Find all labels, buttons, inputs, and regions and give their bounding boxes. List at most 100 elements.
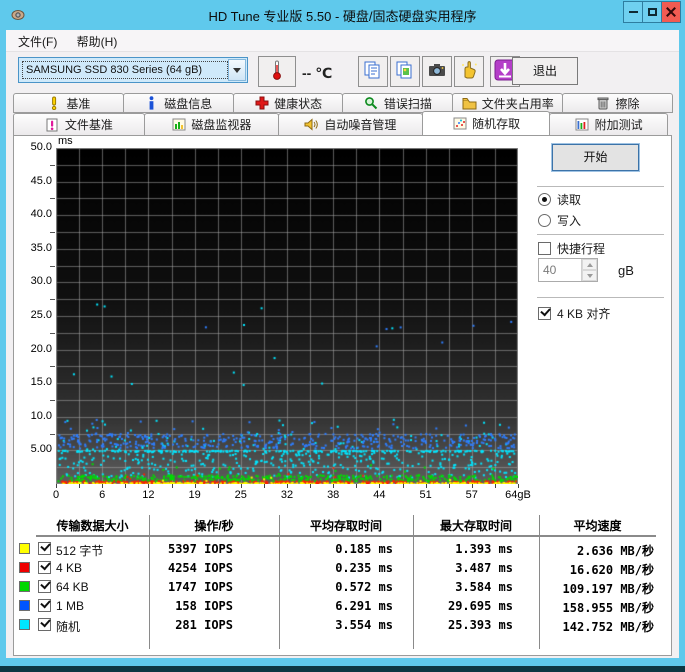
temperature-readout: -- ℃ bbox=[302, 65, 332, 82]
align-4kb-label: 4 KB 对齐 bbox=[557, 305, 610, 322]
series-visible-checkbox[interactable] bbox=[38, 618, 51, 631]
random-access-panel: ms 50.045.040.035.030.025.020.015.010.05… bbox=[13, 135, 672, 656]
max-time-cell: 1.393 ms bbox=[413, 542, 513, 556]
x-tick-mark bbox=[403, 484, 404, 488]
y-tick-label: 25.0 bbox=[14, 309, 52, 321]
tab-磁盘信息[interactable]: 磁盘信息 bbox=[123, 93, 234, 113]
align-4kb-checkbox[interactable] bbox=[538, 307, 551, 320]
x-tick-mark bbox=[472, 484, 473, 488]
tab-自动噪音管理[interactable]: 自动噪音管理 bbox=[278, 113, 423, 135]
exit-button[interactable]: 退出 bbox=[512, 57, 578, 85]
copy-text-button[interactable] bbox=[358, 56, 388, 87]
y-tick-label: 50.0 bbox=[14, 141, 52, 153]
tab-文件基准[interactable]: 文件基准 bbox=[13, 113, 145, 135]
series-visible-checkbox[interactable] bbox=[38, 580, 51, 593]
arrow-up-icon bbox=[587, 263, 593, 267]
window-bottom-edge bbox=[0, 666, 685, 672]
speed-cell: 158.955 MB/秒 bbox=[539, 599, 654, 616]
series-label: 1 MB bbox=[56, 599, 84, 613]
tab-文件夹占用率[interactable]: 文件夹占用率 bbox=[452, 93, 563, 113]
tab-随机存取[interactable]: 随机存取 bbox=[422, 111, 551, 135]
y-tick-minor bbox=[50, 400, 55, 401]
capacity-spinner[interactable] bbox=[538, 258, 598, 282]
y-tick-minor bbox=[50, 333, 55, 334]
maximize-button[interactable] bbox=[642, 1, 662, 23]
table-header-2: 操作/秒 bbox=[149, 517, 279, 534]
toolbar: SAMSUNG SSD 830 Series (64 gB) -- ℃ bbox=[6, 53, 679, 93]
x-tick-label: 38 bbox=[311, 489, 355, 501]
read-radio-label: 读取 bbox=[557, 191, 581, 208]
y-tick-minor bbox=[50, 165, 55, 166]
x-tick-mark bbox=[56, 484, 57, 488]
y-tick-minor bbox=[50, 434, 55, 435]
copy-image-icon bbox=[395, 60, 415, 83]
series-label: 512 字节 bbox=[56, 542, 103, 559]
drive-select-dropdown-button[interactable] bbox=[228, 59, 246, 81]
thermometer-icon bbox=[270, 59, 284, 84]
y-tick-label: 40.0 bbox=[14, 208, 52, 220]
menu-file[interactable]: 文件(F) bbox=[10, 30, 65, 50]
series-color-swatch bbox=[19, 581, 30, 592]
spinner-down-button[interactable] bbox=[582, 270, 597, 281]
read-radio[interactable] bbox=[538, 193, 551, 206]
spinner-up-button[interactable] bbox=[582, 259, 597, 270]
arrow-down-icon bbox=[587, 274, 593, 278]
x-tick-mark bbox=[218, 484, 219, 488]
table-header-4: 最大存取时间 bbox=[413, 517, 539, 534]
y-tick-label: 5.00 bbox=[14, 443, 52, 455]
x-tick-label: 25 bbox=[219, 489, 263, 501]
screenshot-button[interactable] bbox=[422, 56, 452, 87]
tab-错误扫描[interactable]: 错误扫描 bbox=[342, 93, 453, 113]
read-radio-row[interactable]: 读取 bbox=[538, 191, 581, 208]
speed-cell: 2.636 MB/秒 bbox=[539, 542, 654, 559]
x-tick-label: 57 bbox=[450, 489, 494, 501]
temperature-button[interactable] bbox=[258, 56, 296, 87]
tab-擦除[interactable]: 擦除 bbox=[562, 93, 673, 113]
x-tick-label: 32 bbox=[265, 489, 309, 501]
table-header-3: 平均存取时间 bbox=[279, 517, 413, 534]
maximize-icon bbox=[648, 8, 657, 16]
erase-icon bbox=[596, 96, 611, 110]
folder-usage-icon bbox=[462, 96, 477, 110]
ops-cell: 5397 IOPS bbox=[149, 542, 233, 556]
y-tick-label: 15.0 bbox=[14, 376, 52, 388]
tab-基准[interactable]: 基准 bbox=[13, 93, 124, 113]
write-radio-row[interactable]: 写入 bbox=[538, 212, 581, 229]
capacity-input[interactable] bbox=[539, 259, 581, 281]
x-tick-mark bbox=[333, 484, 334, 488]
x-tick-mark bbox=[102, 484, 103, 488]
short-stroke-checkbox[interactable] bbox=[538, 242, 551, 255]
tab-磁盘监视器[interactable]: 磁盘监视器 bbox=[144, 113, 279, 135]
x-tick-mark bbox=[287, 484, 288, 488]
camera-icon bbox=[427, 60, 447, 83]
x-tick-mark bbox=[379, 484, 380, 488]
close-button[interactable] bbox=[661, 1, 681, 23]
tab-健康状态[interactable]: 健康状态 bbox=[233, 93, 344, 113]
start-button[interactable]: 开始 bbox=[552, 144, 639, 171]
disk-monitor-icon bbox=[171, 118, 186, 132]
hand-tool-button[interactable] bbox=[454, 56, 484, 87]
menu-help[interactable]: 帮助(H) bbox=[69, 30, 126, 50]
random-access-icon bbox=[452, 117, 467, 131]
minimize-button[interactable] bbox=[623, 1, 643, 23]
x-tick-mark bbox=[195, 484, 196, 488]
aam-icon bbox=[304, 118, 319, 132]
copy-image-button[interactable] bbox=[390, 56, 420, 87]
write-radio[interactable] bbox=[538, 214, 551, 227]
title-bar: HD Tune 专业版 5.50 - 硬盘/固态硬盘实用程序 bbox=[0, 0, 685, 30]
tab-附加测试[interactable]: 附加测试 bbox=[549, 113, 668, 135]
short-stroke-row[interactable]: 快捷行程 bbox=[538, 240, 605, 257]
series-visible-checkbox[interactable] bbox=[38, 599, 51, 612]
separator bbox=[537, 234, 664, 235]
drive-select[interactable]: SAMSUNG SSD 830 Series (64 gB) bbox=[18, 57, 248, 83]
max-time-cell: 3.584 ms bbox=[413, 580, 513, 594]
x-tick-mark bbox=[449, 484, 450, 488]
speed-cell: 142.752 MB/秒 bbox=[539, 618, 654, 635]
align-row[interactable]: 4 KB 对齐 bbox=[538, 305, 610, 322]
series-visible-checkbox[interactable] bbox=[38, 561, 51, 574]
series-visible-checkbox[interactable] bbox=[38, 542, 51, 555]
app-window: HD Tune 专业版 5.50 - 硬盘/固态硬盘实用程序 文件(F) 帮助(… bbox=[0, 0, 685, 672]
x-tick-label: 51 bbox=[404, 489, 448, 501]
x-tick-label: 12 bbox=[126, 489, 170, 501]
speed-cell: 109.197 MB/秒 bbox=[539, 580, 654, 597]
